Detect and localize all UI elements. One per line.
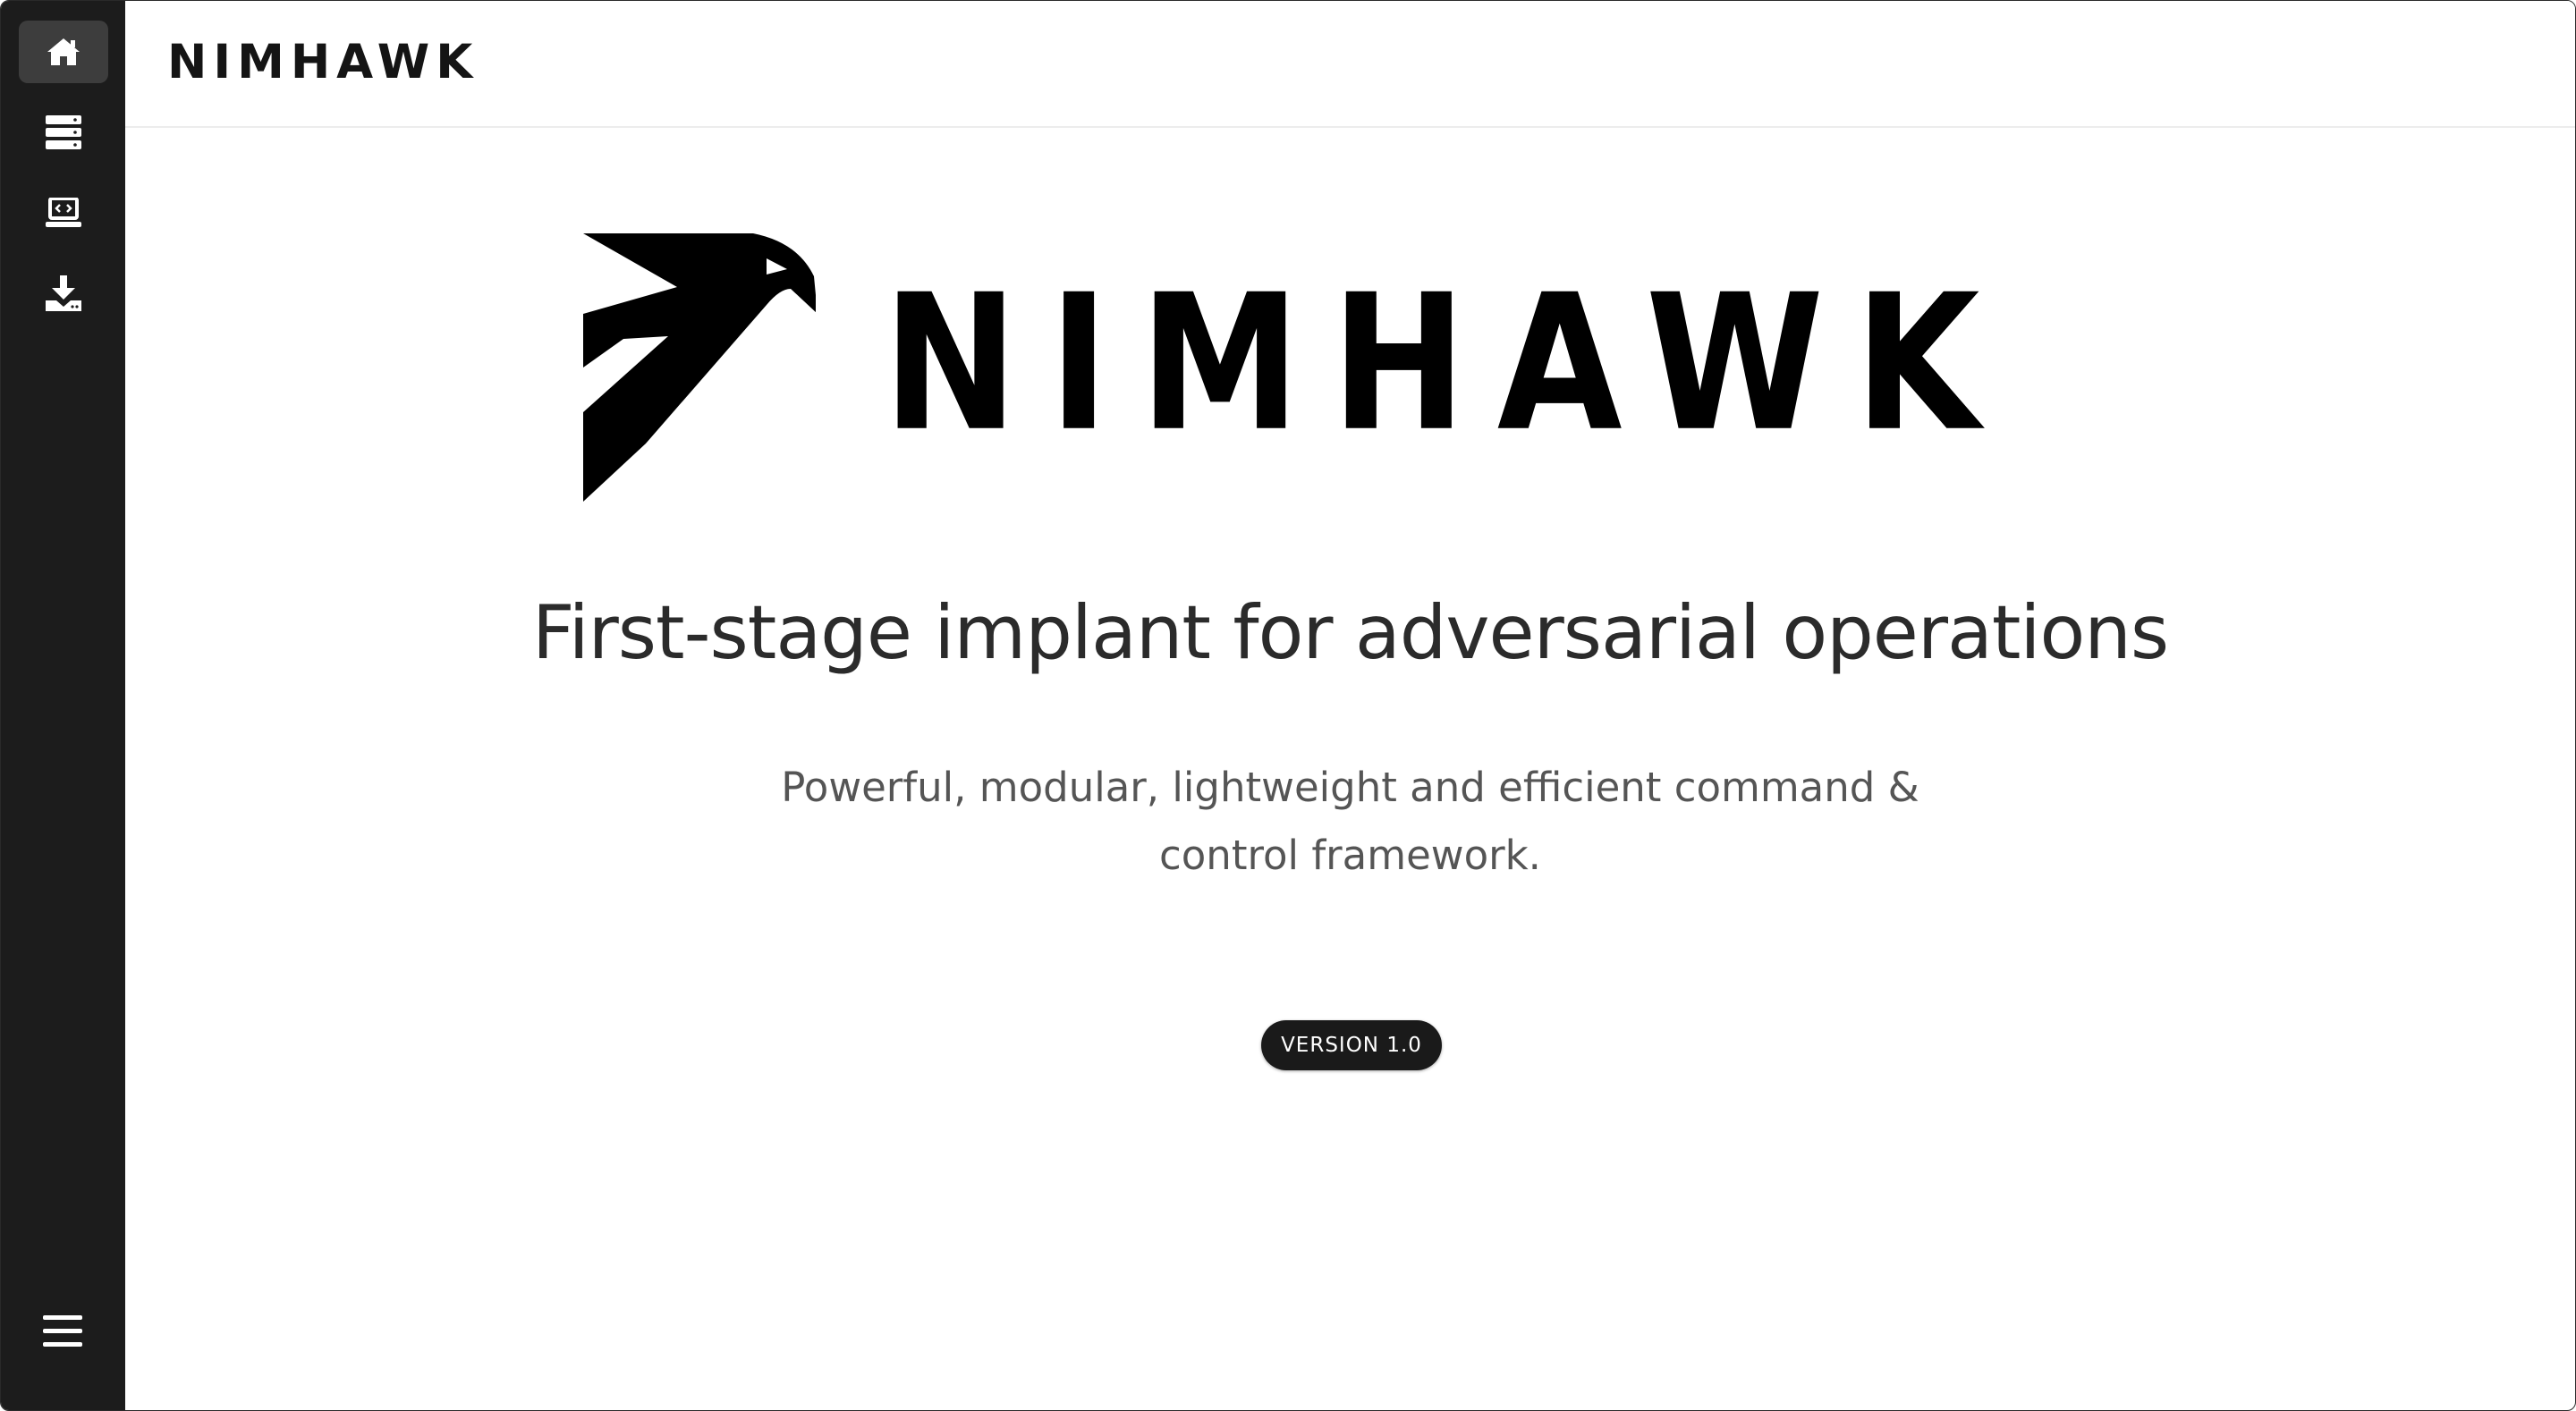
home-icon bbox=[47, 38, 80, 65]
sidebar-item-servers[interactable] bbox=[19, 101, 108, 164]
server-icon bbox=[46, 115, 81, 149]
hero-description: Powerful, modular, lightweight and effic… bbox=[125, 754, 2575, 890]
sidebar-item-home[interactable] bbox=[19, 21, 108, 83]
app-window: NIMHAWK NIMHAWK First-stage implant for … bbox=[0, 0, 2576, 1411]
hawk-logo-icon bbox=[583, 233, 816, 502]
version-badge: VERSION 1.0 bbox=[1261, 1020, 1442, 1070]
header-brand-logo[interactable]: NIMHAWK bbox=[167, 31, 479, 94]
hero-logo-wordmark: NIMHAWK bbox=[883, 253, 2011, 473]
sidebar-item-downloads[interactable] bbox=[19, 262, 108, 325]
top-header: NIMHAWK bbox=[125, 1, 2575, 128]
sidebar bbox=[1, 1, 125, 1410]
hero-logo: NIMHAWK bbox=[583, 233, 2122, 502]
main-content: NIMHAWK First-stage implant for adversar… bbox=[125, 128, 2575, 1410]
hamburger-menu-icon bbox=[43, 1315, 82, 1347]
hero-headline: First-stage implant for adversarial oper… bbox=[531, 589, 2169, 676]
hero-description-text: Powerful, modular, lightweight and effic… bbox=[781, 764, 1919, 879]
download-icon bbox=[46, 275, 81, 311]
laptop-code-icon bbox=[46, 198, 81, 227]
sidebar-item-implants[interactable] bbox=[19, 182, 108, 244]
menu-toggle-button[interactable] bbox=[31, 1306, 94, 1356]
